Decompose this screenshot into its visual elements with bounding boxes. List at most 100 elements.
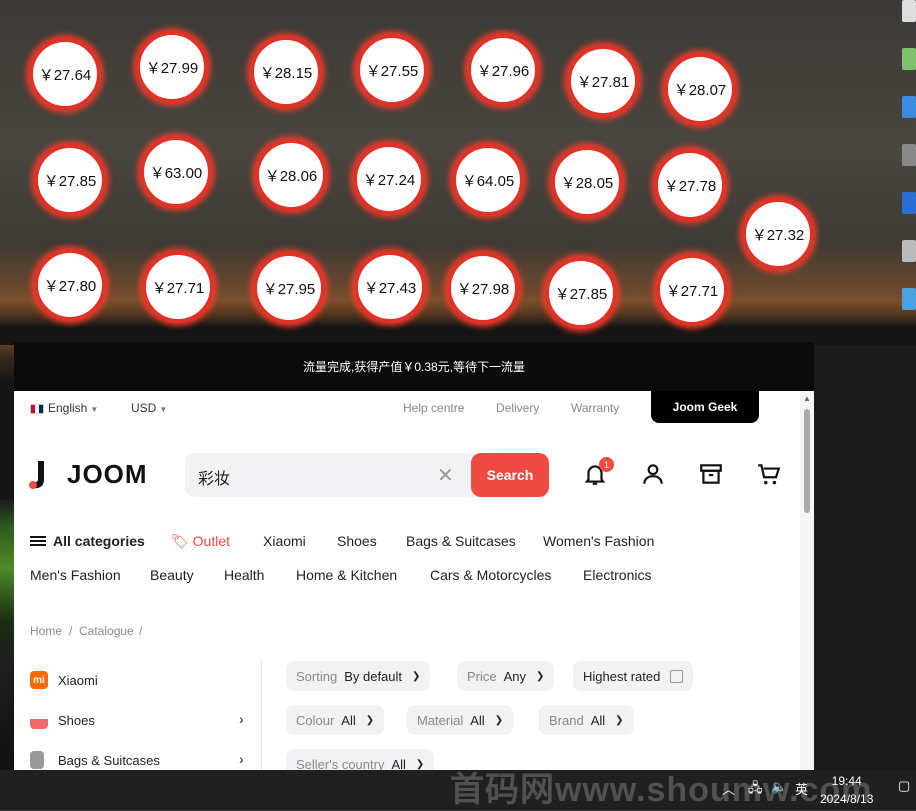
scroll-thumb[interactable]: [804, 409, 810, 513]
breadcrumb-home[interactable]: Home: [30, 624, 62, 638]
price-bubble: ￥27.71: [656, 254, 728, 326]
search-bar: 彩妆 ✕ Search: [185, 453, 549, 497]
cart-icon[interactable]: [756, 461, 782, 487]
clear-icon[interactable]: ✕: [437, 463, 454, 488]
desktop-right-icons: [902, 0, 916, 345]
caret-down-icon: ▼: [90, 405, 99, 414]
app-icon[interactable]: [902, 96, 916, 118]
price-bubble: ￥27.99: [136, 31, 208, 103]
app-icon[interactable]: [902, 288, 916, 310]
brand-filter[interactable]: Brand All ❯: [539, 705, 634, 735]
filter-value: Highest rated: [583, 668, 661, 684]
flow-message: 流量完成,获得产值￥0.38元,等待下一流量: [302, 360, 526, 374]
price-bubble: ￥27.96: [467, 34, 539, 106]
price-bubble: ￥27.78: [654, 149, 726, 221]
help-centre-link[interactable]: Help centre: [403, 401, 464, 415]
app-icon[interactable]: [902, 144, 916, 166]
app-icon[interactable]: [902, 240, 916, 262]
delivery-link[interactable]: Delivery: [496, 401, 539, 415]
language-label: English: [48, 401, 88, 415]
desktop-left-edge: [0, 500, 14, 770]
clock-date: 2024/8/13: [820, 792, 874, 806]
nav-home-kitchen[interactable]: Home & Kitchen: [296, 567, 397, 583]
all-categories-label: All categories: [53, 533, 145, 549]
system-clock[interactable]: 19:44 2024/8/13: [820, 772, 873, 808]
nav-outlet-label: Outlet: [192, 533, 231, 549]
menu-icon: [30, 534, 46, 548]
filter-key: Seller's country: [296, 756, 385, 771]
volume-icon[interactable]: 🔈: [771, 779, 787, 795]
notification-center-icon[interactable]: ▢: [898, 778, 910, 794]
filter-key: Price: [467, 668, 497, 684]
breadcrumb-catalogue[interactable]: Catalogue: [79, 624, 134, 638]
sidebar-item-shoes[interactable]: Shoes: [30, 711, 95, 729]
chevron-down-icon: ❯: [365, 714, 375, 726]
material-filter[interactable]: Material All ❯: [407, 705, 514, 735]
filter-value: All: [470, 712, 485, 728]
price-bubble: ￥28.07: [664, 53, 736, 125]
ime-indicator[interactable]: 英: [795, 779, 808, 798]
search-button[interactable]: Search: [471, 453, 549, 497]
joom-page: English ▼ USD ▼ Help centre Delivery Warra…: [14, 391, 814, 770]
logo-text: JOOM: [67, 459, 148, 489]
language-selector[interactable]: English ▼: [30, 401, 98, 415]
price-bubble: ￥27.80: [34, 249, 106, 321]
tag-icon: 🏷: [171, 533, 189, 549]
joom-geek-link[interactable]: Joom Geek: [651, 391, 759, 423]
nav-mens-fashion[interactable]: Men's Fashion: [30, 567, 121, 583]
currency-label: USD: [131, 401, 157, 415]
chevron-right-icon[interactable]: ›: [239, 711, 244, 727]
warranty-link[interactable]: Warranty: [571, 401, 619, 415]
sidebar-item-xiaomi[interactable]: mi Xiaomi: [30, 671, 98, 689]
sidebar-item-bags-suitcases[interactable]: Bags & Suitcases: [30, 751, 160, 769]
scroll-up-arrow-icon[interactable]: ▲: [803, 394, 811, 403]
nav-cars-motorcycles[interactable]: Cars & Motorcycles: [430, 567, 551, 583]
price-bubble: ￥27.85: [545, 257, 617, 329]
nav-xiaomi[interactable]: Xiaomi: [263, 533, 306, 549]
nav-outlet[interactable]: 🏷 Outlet: [171, 533, 230, 550]
search-input[interactable]: 彩妆: [198, 465, 230, 489]
filter-key: Colour: [296, 712, 335, 728]
all-categories-button[interactable]: All categories: [30, 533, 145, 549]
user-icon[interactable]: [640, 461, 666, 487]
chevron-right-icon[interactable]: ›: [239, 751, 244, 767]
nav-bags-suitcases[interactable]: Bags & Suitcases: [406, 533, 516, 549]
price-bubble: ￥27.71: [142, 251, 214, 323]
joom-logo-icon: [29, 460, 44, 489]
tray-expand-icon[interactable]: ︿: [722, 779, 735, 798]
app-icon[interactable]: [902, 192, 916, 214]
price-bubble: ￥64.05: [452, 144, 524, 216]
nav-womens-fashion[interactable]: Women's Fashion: [543, 533, 654, 549]
highest-rated-checkbox[interactable]: [670, 669, 684, 683]
sorting-filter[interactable]: Sorting By default ❯: [286, 661, 431, 691]
seller-country-filter[interactable]: Seller's country All ❯: [286, 749, 435, 771]
sidebar-item-label: Xiaomi: [58, 672, 98, 688]
uk-flag-icon: [30, 403, 44, 414]
highest-rated-filter[interactable]: Highest rated: [573, 661, 694, 691]
filter-key: Material: [417, 712, 464, 728]
filter-value: All: [590, 712, 606, 728]
nav-beauty[interactable]: Beauty: [150, 567, 194, 583]
price-filter[interactable]: Price Any ❯: [457, 661, 555, 691]
nav-electronics[interactable]: Electronics: [583, 567, 651, 583]
app-icon[interactable]: [902, 48, 916, 70]
watermark: 首码网www.shoumw.com: [450, 771, 873, 809]
filter-key: Brand: [549, 712, 584, 728]
colour-filter[interactable]: Colour All ❯: [286, 705, 385, 735]
orders-box-icon[interactable]: [698, 461, 724, 487]
network-icon[interactable]: 🖧: [748, 779, 763, 801]
page-scrollbar[interactable]: ▲: [800, 391, 814, 770]
chevron-down-icon: ❯: [615, 714, 624, 726]
clock-time: 19:44: [831, 774, 862, 788]
flow-notification-bar: 流量完成,获得产值￥0.38元,等待下一流量: [14, 342, 814, 391]
joom-logo[interactable]: JOOM: [29, 459, 148, 490]
nav-health[interactable]: Health: [224, 567, 264, 583]
nav-shoes[interactable]: Shoes: [337, 533, 377, 549]
filter-key: Sorting: [296, 668, 338, 684]
currency-selector[interactable]: USD ▼: [131, 401, 167, 415]
top-bar: English ▼ USD ▼ Help centre Delivery Warra…: [14, 391, 798, 425]
breadcrumb-separator: /: [139, 624, 143, 638]
sidebar-divider: [261, 659, 262, 770]
sidebar-item-label: Bags & Suitcases: [58, 752, 160, 768]
app-icon[interactable]: [902, 0, 916, 22]
